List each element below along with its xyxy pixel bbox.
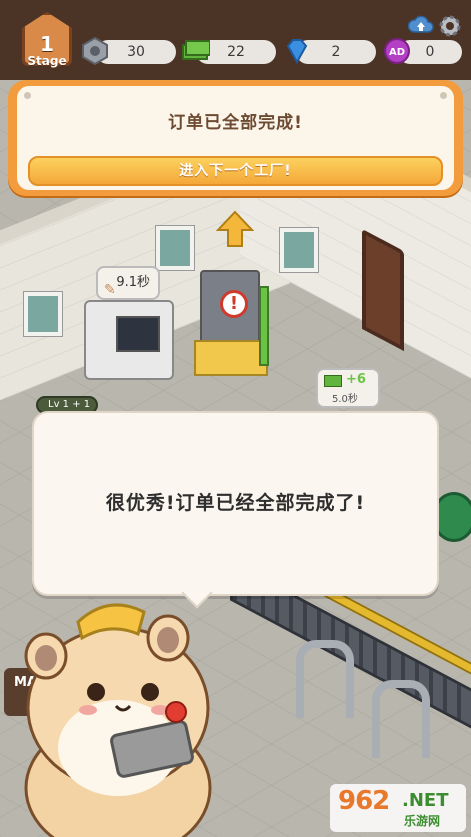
- alert-station-base: [194, 340, 268, 376]
- machine-screen: [116, 316, 160, 352]
- hex-nut-icon: [82, 36, 108, 66]
- production-machine[interactable]: [84, 300, 174, 380]
- diamond-icon: [286, 39, 308, 65]
- upload-cloud-icon[interactable]: [408, 14, 434, 38]
- conveyor-arch: [296, 640, 354, 718]
- rivet: [24, 92, 31, 99]
- reward-amount: +6: [346, 372, 366, 387]
- reward-bubble[interactable]: +6 5.0秒: [316, 368, 380, 408]
- window: [280, 228, 318, 272]
- conveyor-arch: [372, 680, 430, 758]
- banner-title: 订单已全部完成!: [168, 113, 303, 133]
- cash-icon: [324, 375, 342, 387]
- dialog-message: 很优秀!订单已经全部完成了!: [105, 492, 366, 514]
- machine-timer-text: 9.1秒: [116, 275, 150, 290]
- reward-time: 5.0秒: [332, 394, 358, 405]
- hamster-mascot: [24, 603, 212, 837]
- ad-token-icon[interactable]: AD: [382, 36, 412, 66]
- stage-badge[interactable]: 1 Stage: [22, 12, 72, 68]
- progress-bar: [259, 286, 269, 366]
- watermark-site: 乐游网: [404, 814, 441, 828]
- machine-timer-bubble: ✎ 9.1秒: [96, 266, 160, 300]
- cash-icon: [182, 40, 210, 60]
- watermark-suffix: .NET: [402, 790, 449, 811]
- window: [156, 226, 194, 270]
- alert-icon[interactable]: !: [220, 290, 248, 318]
- stage-label: Stage: [27, 54, 67, 68]
- top-hud: 1 Stage 30 22 2 0 AD: [0, 0, 471, 80]
- next-factory-button[interactable]: 进入下一个工厂!: [28, 156, 443, 186]
- watermark-number: 962: [338, 786, 390, 816]
- window: [24, 292, 62, 336]
- svg-text:AD: AD: [389, 47, 405, 58]
- stage-number: 1: [40, 32, 54, 56]
- upgrade-arrow-icon[interactable]: [216, 210, 254, 248]
- gear-icon[interactable]: [436, 12, 464, 40]
- rivet: [440, 92, 447, 99]
